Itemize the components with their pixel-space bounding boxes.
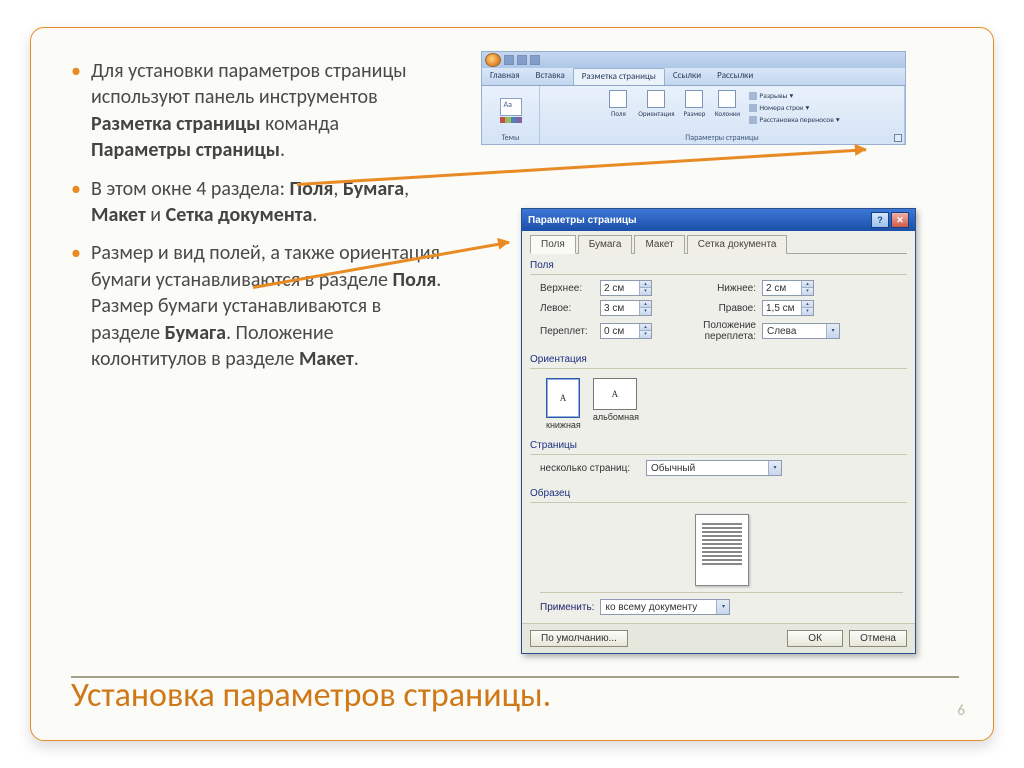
landscape-option[interactable]: A альбомная (593, 378, 639, 430)
close-button[interactable]: ✕ (891, 212, 909, 228)
preview-page-icon (695, 514, 749, 586)
tab-insert[interactable]: Вставка (528, 68, 573, 85)
dialog-title: Параметры страницы (528, 215, 637, 226)
dialog-launcher-icon[interactable] (894, 134, 902, 142)
group-page-setup: Поля Ориентация Размер Колонки Разрывы▾ … (540, 86, 905, 144)
tab-grid[interactable]: Сетка документа (687, 235, 788, 254)
slide-title: Установка параметров страницы. (71, 677, 551, 714)
size-icon (685, 90, 703, 108)
group-themes-label: Темы (502, 132, 520, 143)
orientation-icon (647, 90, 665, 108)
hyphenation-button[interactable]: Расстановка переносов▾ (749, 114, 839, 126)
tab-home[interactable]: Главная (482, 68, 528, 85)
save-icon[interactable] (504, 55, 514, 65)
bullet-2: В этом окне 4 раздела: Поля, Бумага, Мак… (83, 176, 443, 229)
bullet-1: Для установки параметров страницы исполь… (83, 58, 443, 164)
multiple-pages-select[interactable]: Обычный▾ (646, 460, 782, 476)
page-small-commands: Разрывы▾ Номера строк▾ Расстановка перен… (746, 90, 839, 126)
breaks-icon (749, 92, 757, 100)
ribbon-screenshot: Главная Вставка Разметка страницы Ссылки… (481, 51, 906, 145)
page-setup-dialog: Параметры страницы ? ✕ Поля Бумага Макет… (521, 208, 916, 654)
ok-button[interactable]: ОК (787, 630, 843, 647)
hyphen-icon (749, 116, 757, 124)
undo-icon[interactable] (517, 55, 527, 65)
bullet-3: Размер и вид полей, а также ориентация б… (83, 240, 443, 372)
tab-references[interactable]: Ссылки (665, 68, 709, 85)
breaks-button[interactable]: Разрывы▾ (749, 90, 839, 102)
tab-mailings[interactable]: Рассылки (709, 68, 761, 85)
top-margin-input[interactable]: 2 см▴▾ (600, 280, 652, 296)
office-button-icon[interactable] (485, 53, 501, 67)
tab-paper[interactable]: Бумага (578, 235, 633, 254)
group-page-setup-label: Параметры страницы (685, 132, 758, 143)
cancel-button[interactable]: Отмена (849, 630, 907, 647)
size-button[interactable]: Размер (680, 90, 708, 117)
fields-group: Поля Верхнее: 2 см▴▾ Нижнее: 2 см▴▾ Лево… (530, 260, 907, 348)
help-button[interactable]: ? (871, 212, 889, 228)
orientation-group: Ориентация A книжная A альбомная (530, 354, 907, 434)
tab-fields[interactable]: Поля (530, 235, 576, 254)
gutter-position-select[interactable]: Слева▾ (762, 323, 840, 339)
quick-access-toolbar (482, 52, 905, 68)
preview-group: Образец Применить: ко всему документу▾ (530, 488, 907, 617)
linenum-icon (749, 104, 757, 112)
group-themes: Темы (482, 86, 540, 144)
line-numbers-button[interactable]: Номера строк▾ (749, 102, 839, 114)
margins-button[interactable]: Поля (604, 90, 632, 117)
gutter-input[interactable]: 0 см▴▾ (600, 323, 652, 339)
redo-icon[interactable] (530, 55, 540, 65)
tab-page-layout[interactable]: Разметка страницы (573, 68, 665, 85)
bottom-margin-input[interactable]: 2 см▴▾ (762, 280, 814, 296)
columns-button[interactable]: Колонки (710, 90, 744, 117)
columns-icon (718, 90, 736, 108)
dialog-tabs: Поля Бумага Макет Сетка документа (530, 235, 907, 254)
left-margin-input[interactable]: 3 см▴▾ (600, 300, 652, 316)
margins-icon (609, 90, 627, 108)
dialog-titlebar: Параметры страницы ? ✕ (522, 209, 915, 231)
slide-number: 6 (957, 702, 965, 720)
ribbon-tabs: Главная Вставка Разметка страницы Ссылки… (482, 68, 905, 86)
default-button[interactable]: По умолчанию... (530, 630, 628, 647)
pages-group: Страницы несколько страниц: Обычный▾ (530, 440, 907, 482)
portrait-option[interactable]: A книжная (546, 378, 581, 430)
orientation-button[interactable]: Ориентация (634, 90, 678, 117)
right-margin-input[interactable]: 1,5 см▴▾ (762, 300, 814, 316)
apply-to-select[interactable]: ко всему документу▾ (600, 599, 730, 615)
bullet-list: Для установки параметров страницы исполь… (65, 58, 443, 372)
slide: Для установки параметров страницы исполь… (30, 27, 994, 741)
tab-layout[interactable]: Макет (634, 235, 684, 254)
themes-icon[interactable] (500, 98, 522, 116)
